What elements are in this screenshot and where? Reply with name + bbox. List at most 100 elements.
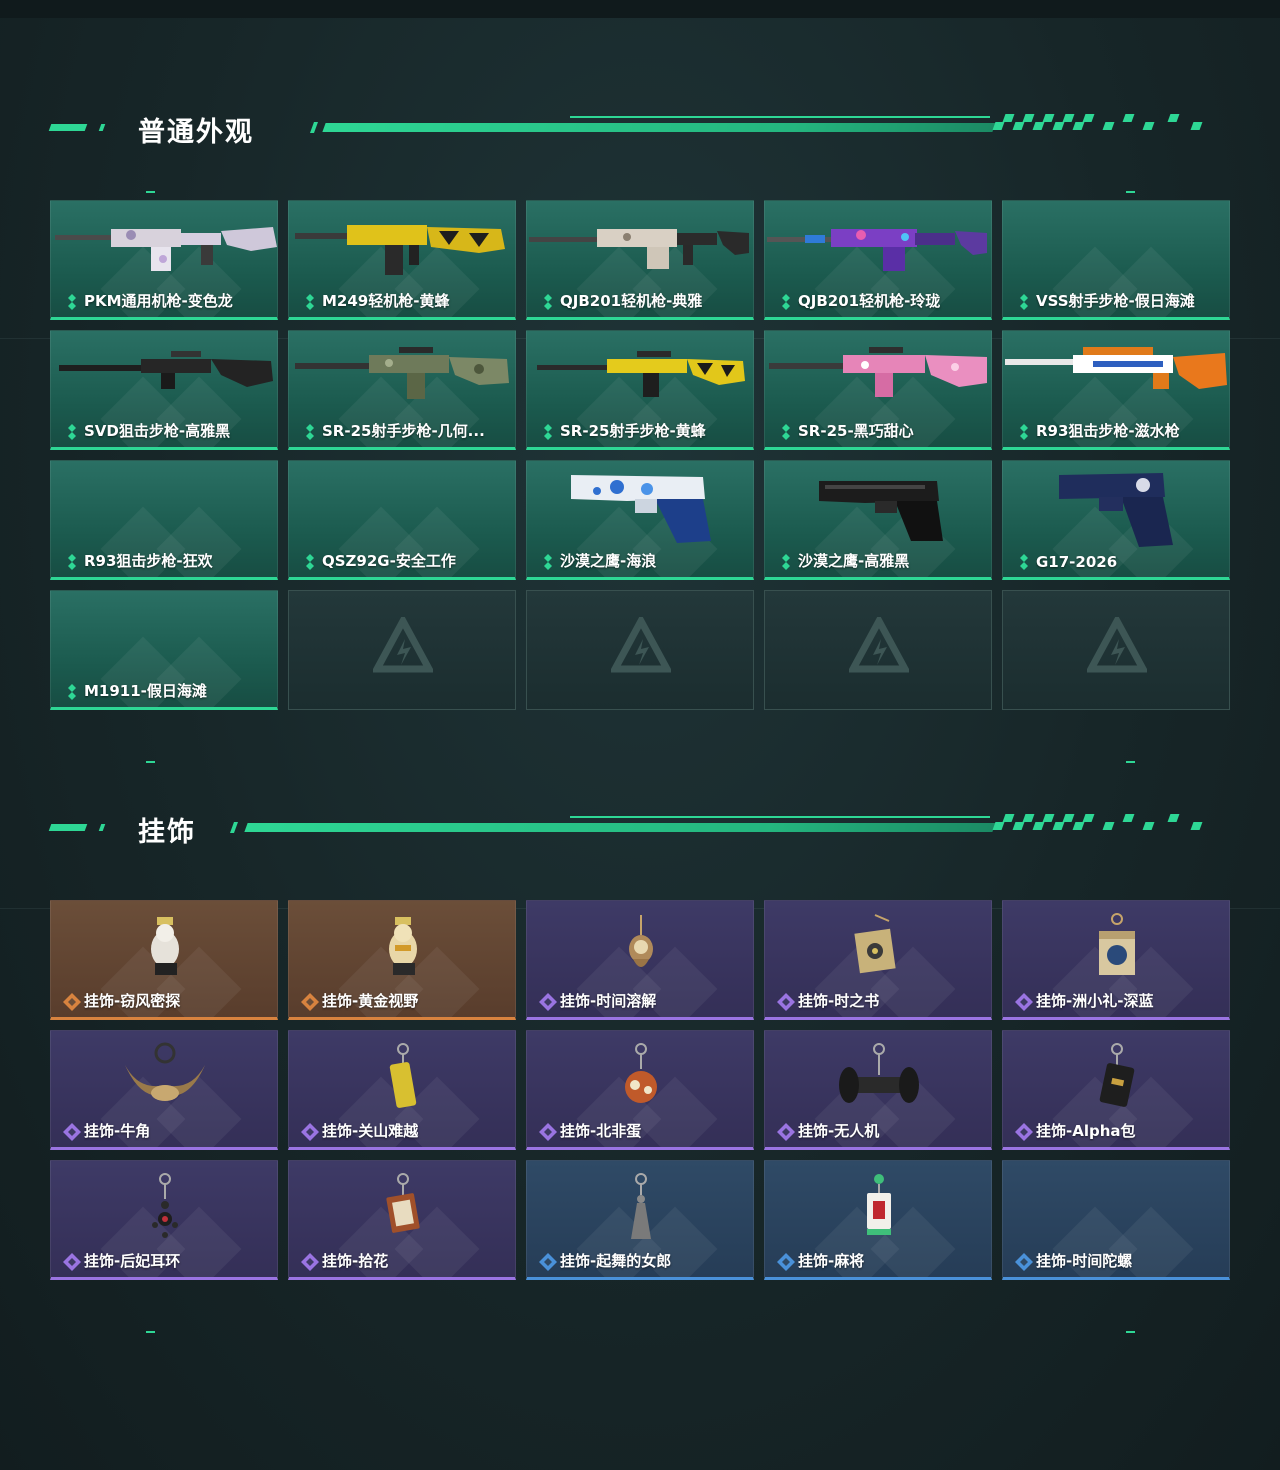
skin-card[interactable]: 沙漠之鹰-海浪 [526,460,754,580]
charm-card[interactable]: 挂饰-洲小礼-深蓝 [1002,900,1230,1020]
card-label: 挂饰-拾花 [322,1252,389,1270]
quality-blue-icon [539,1253,557,1271]
charm-card[interactable]: 挂饰-无人机 [764,1030,992,1150]
card-label: PKM通用机枪-变色龙 [84,292,233,310]
header-slash [309,122,319,133]
card-label: 沙漠之鹰-高雅黑 [798,552,910,570]
m249-light-machine-gun-skin-icon [295,225,505,275]
quality-purple-icon [63,1123,81,1141]
quality-green-icon [544,424,552,440]
skin-card[interactable]: G17-2026 [1002,460,1230,580]
charm-card[interactable]: 挂饰-时间溶解 [526,900,754,1020]
card-label: QSZ92G-安全工作 [322,552,456,570]
skin-card[interactable]: M249轻机枪-黄蜂 [288,200,516,320]
skin-card[interactable]: SVD狙击步枪-高雅黑 [50,330,278,450]
game-logo-icon [1087,617,1147,673]
desert-eagle-pistol-skin-icon [819,481,943,541]
skin-card[interactable]: PKM通用机枪-变色龙 [50,200,278,320]
r93-sniper-rifle-skin-icon [1005,347,1227,389]
quality-green-icon [782,554,790,570]
header-line [244,823,996,832]
card-label: QJB201轻机枪-玲珑 [798,292,941,310]
charm-card[interactable]: 挂饰-关山难越 [288,1030,516,1150]
charm-card[interactable]: 挂饰-北非蛋 [526,1030,754,1150]
charm-bull-horn-icon [125,1042,205,1101]
empty-slot [526,590,754,710]
quality-purple-icon [1015,993,1033,1011]
header-checker-pattern [992,114,1204,130]
skin-card[interactable]: M1911-假日海滩 [50,590,278,710]
pkm-machine-gun-skin-icon [55,227,277,271]
skin-card[interactable]: R93狙击步枪-滋水枪 [1002,330,1230,450]
quality-green-icon [68,684,76,700]
header-slash [229,822,239,833]
quality-purple-icon [63,1253,81,1271]
sr25-marksman-rifle-skin-icon [537,351,745,397]
skin-card[interactable]: VSS射手步枪-假日海滩 [1002,200,1230,320]
header-accent-bar [48,124,88,131]
charm-dancer-figure-icon [631,1173,651,1239]
charm-book-of-time-icon [854,914,896,974]
card-label: M1911-假日海滩 [84,682,207,700]
empty-slot [1002,590,1230,710]
charm-gold-bar-icon [389,1043,417,1108]
quality-green-icon [68,424,76,440]
card-label: 挂饰-时间陀螺 [1036,1252,1133,1270]
desert-eagle-pistol-skin-icon [571,475,711,543]
header-thin-line [570,116,990,118]
card-label: SR-25射手步枪-黄蜂 [560,422,706,440]
charm-card[interactable]: 挂饰-牛角 [50,1030,278,1150]
card-label: 挂饰-关山难越 [322,1122,419,1140]
quality-green-icon [68,294,76,310]
charm-card[interactable]: 挂饰-窃风密探 [50,900,278,1020]
charm-melting-clock-icon [629,915,653,967]
quality-green-icon [782,294,790,310]
charm-card[interactable]: 挂饰-Alpha包 [1002,1030,1230,1150]
quality-green-icon [68,554,76,570]
skin-card[interactable]: 沙漠之鹰-高雅黑 [764,460,992,580]
quality-green-icon [782,424,790,440]
card-label: 挂饰-洲小礼-深蓝 [1036,992,1154,1010]
charm-card[interactable]: 挂饰-时间陀螺 [1002,1160,1230,1280]
charm-card[interactable]: 挂饰-后妃耳环 [50,1160,278,1280]
charm-mahjong-tile-icon [867,1174,891,1235]
skin-card[interactable]: SR-25-黑巧甜心 [764,330,992,450]
quality-purple-icon [539,1123,557,1141]
section-title: 普通外观 [138,117,254,148]
card-label: 挂饰-黄金视野 [322,992,419,1010]
charm-card[interactable]: 挂饰-拾花 [288,1160,516,1280]
corner-mark [146,1331,155,1333]
charm-card[interactable]: 挂饰-麻将 [764,1160,992,1280]
card-label: SR-25射手步枪-几何... [322,422,485,440]
quality-green-icon [1020,294,1028,310]
skin-card[interactable]: R93狙击步枪-狂欢 [50,460,278,580]
section-header-skins: 普通外观 [48,108,1210,148]
quality-green-icon [306,554,314,570]
quality-purple-icon [539,993,557,1011]
quality-purple-icon [777,1123,795,1141]
skin-card[interactable]: QJB201轻机枪-玲珑 [764,200,992,320]
card-label: 挂饰-Alpha包 [1036,1122,1136,1140]
charm-card[interactable]: 挂饰-时之书 [764,900,992,1020]
corner-mark [146,191,155,193]
charm-card[interactable]: 挂饰-黄金视野 [288,900,516,1020]
skin-card[interactable]: QSZ92G-安全工作 [288,460,516,580]
skin-card[interactable]: QJB201轻机枪-典雅 [526,200,754,320]
card-label: 沙漠之鹰-海浪 [560,552,657,570]
card-label: 挂饰-窃风密探 [84,992,181,1010]
card-label: 挂饰-无人机 [798,1122,880,1140]
header-accent-bar [98,824,106,831]
charm-earring-icon [152,1173,178,1238]
empty-slot [764,590,992,710]
game-logo-icon [611,617,671,673]
skin-card[interactable]: SR-25射手步枪-黄蜂 [526,330,754,450]
card-label: 挂饰-后妃耳环 [84,1252,181,1270]
header-checker-pattern [992,814,1204,830]
charm-card[interactable]: 挂饰-起舞的女郎 [526,1160,754,1280]
quality-purple-icon [1015,1123,1033,1141]
skin-card[interactable]: SR-25射手步枪-几何... [288,330,516,450]
card-label: 挂饰-北非蛋 [560,1122,642,1140]
charm-golden-figure-icon [389,917,417,975]
quality-orange-icon [63,993,81,1011]
card-label: R93狙击步枪-狂欢 [84,552,213,570]
